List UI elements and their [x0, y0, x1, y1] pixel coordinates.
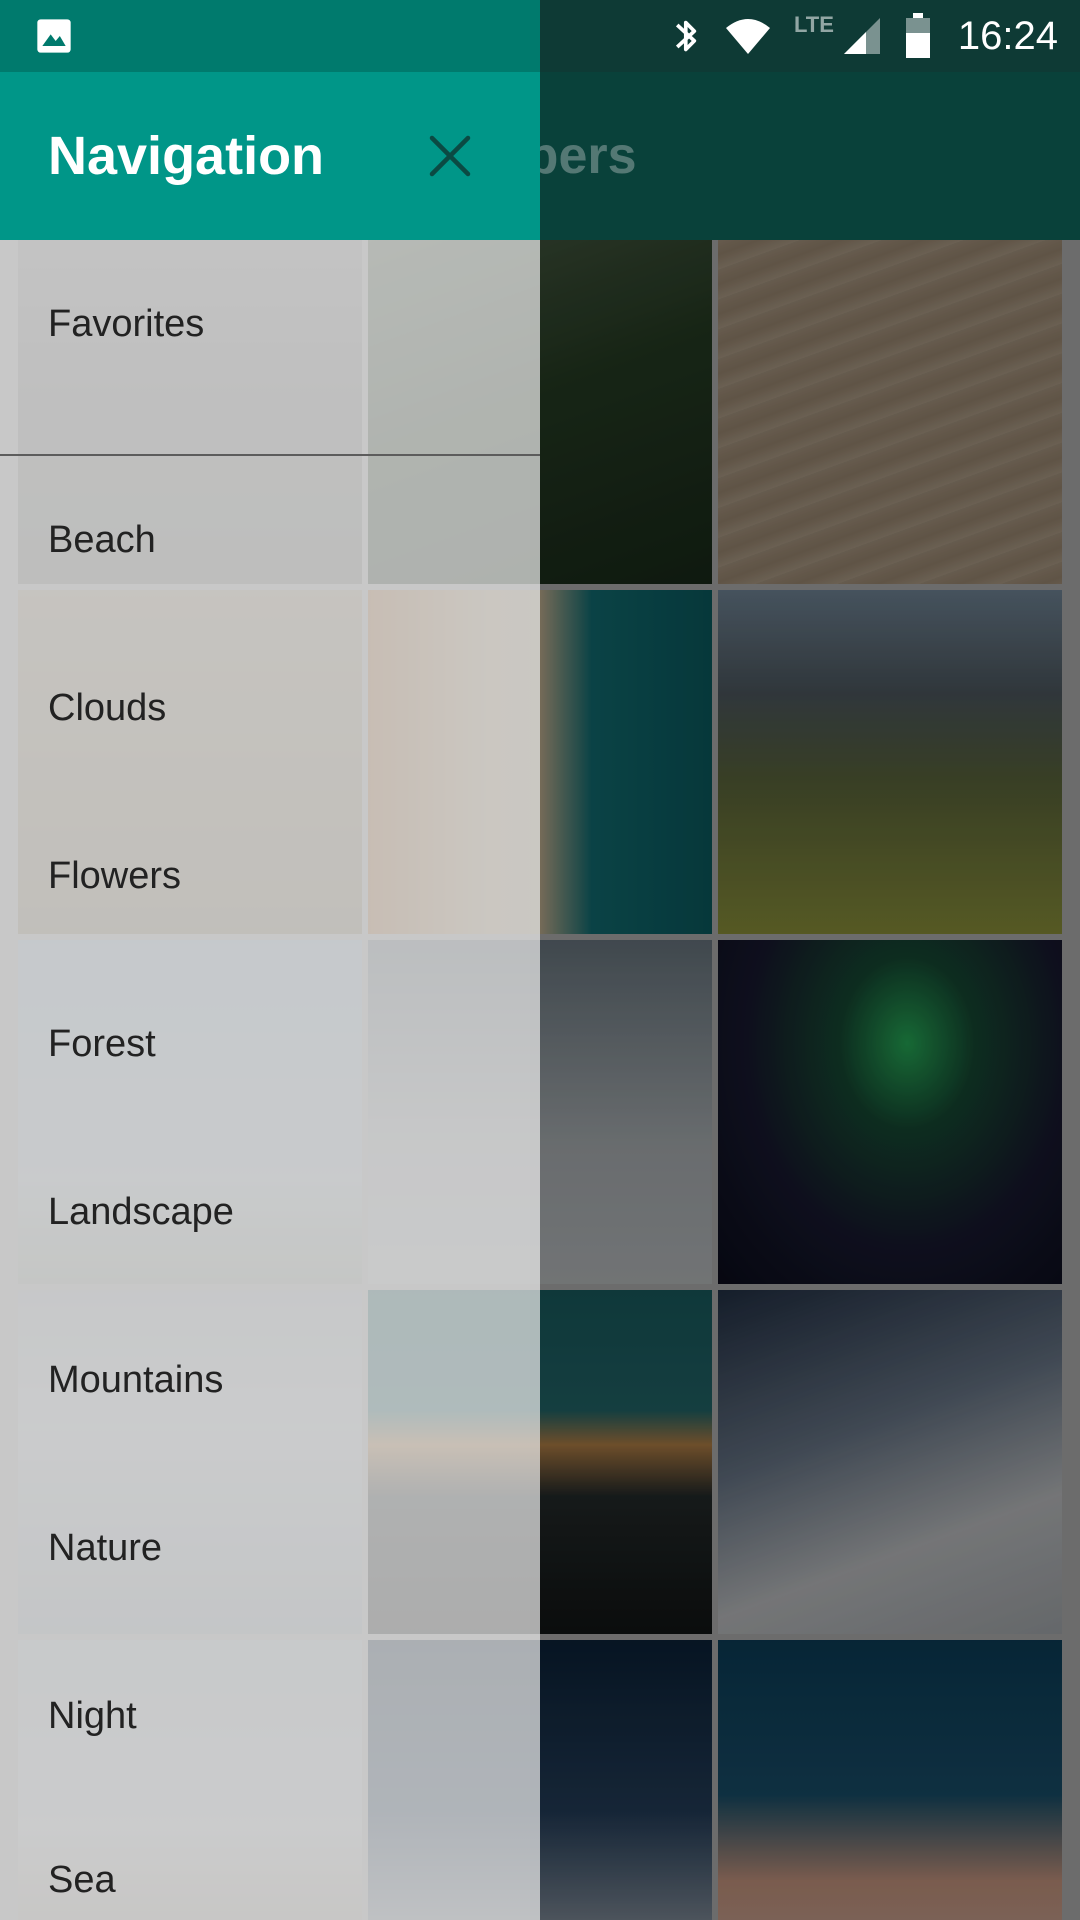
- drawer-item-label: Flowers: [48, 854, 182, 897]
- lte-label: LTE: [793, 12, 834, 37]
- battery-icon: [904, 13, 932, 59]
- drawer-item-beach[interactable]: Beach: [0, 456, 540, 624]
- drawer-item-mountains[interactable]: Mountains: [0, 1296, 540, 1464]
- drawer-item-flowers[interactable]: Flowers: [0, 792, 540, 960]
- close-drawer-button[interactable]: [420, 126, 480, 186]
- gallery-icon: [37, 19, 71, 53]
- wifi-icon: [724, 16, 772, 56]
- status-icons: LTE 16:24: [650, 0, 1058, 72]
- clock: 16:24: [957, 13, 1058, 58]
- navigation-drawer: Navigation Favorites Beach Clouds Flower…: [0, 72, 540, 1920]
- drawer-header: Navigation: [0, 72, 540, 240]
- drawer-title: Navigation: [48, 126, 325, 186]
- drawer-item-landscape[interactable]: Landscape: [0, 1128, 540, 1296]
- drawer-item-label: Beach: [48, 518, 156, 561]
- drawer-item-nature[interactable]: Nature: [0, 1464, 540, 1632]
- drawer-item-clouds[interactable]: Clouds: [0, 624, 540, 792]
- drawer-item-label: Clouds: [48, 686, 167, 729]
- drawer-item-label: Mountains: [48, 1358, 224, 1401]
- drawer-item-favorites[interactable]: Favorites: [0, 240, 540, 408]
- bluetooth-icon: [672, 14, 702, 58]
- cellular-signal-icon: [842, 16, 882, 56]
- drawer-item-label: Landscape: [48, 1190, 234, 1233]
- drawer-item-label: Forest: [48, 1022, 156, 1065]
- close-icon: [429, 135, 471, 177]
- drawer-item-forest[interactable]: Forest: [0, 960, 540, 1128]
- drawer-item-label: Sea: [48, 1858, 116, 1901]
- drawer-item-night[interactable]: Night: [0, 1632, 540, 1800]
- status-bar-left: [0, 0, 540, 72]
- drawer-item-sea[interactable]: Sea: [0, 1796, 540, 1920]
- drawer-item-label: Night: [48, 1694, 137, 1737]
- status-bar: LTE 16:24: [0, 0, 1080, 72]
- drawer-item-label: Nature: [48, 1526, 163, 1569]
- drawer-menu: Favorites Beach Clouds Flowers Forest La…: [0, 240, 540, 1920]
- drawer-item-label: Favorites: [48, 302, 205, 345]
